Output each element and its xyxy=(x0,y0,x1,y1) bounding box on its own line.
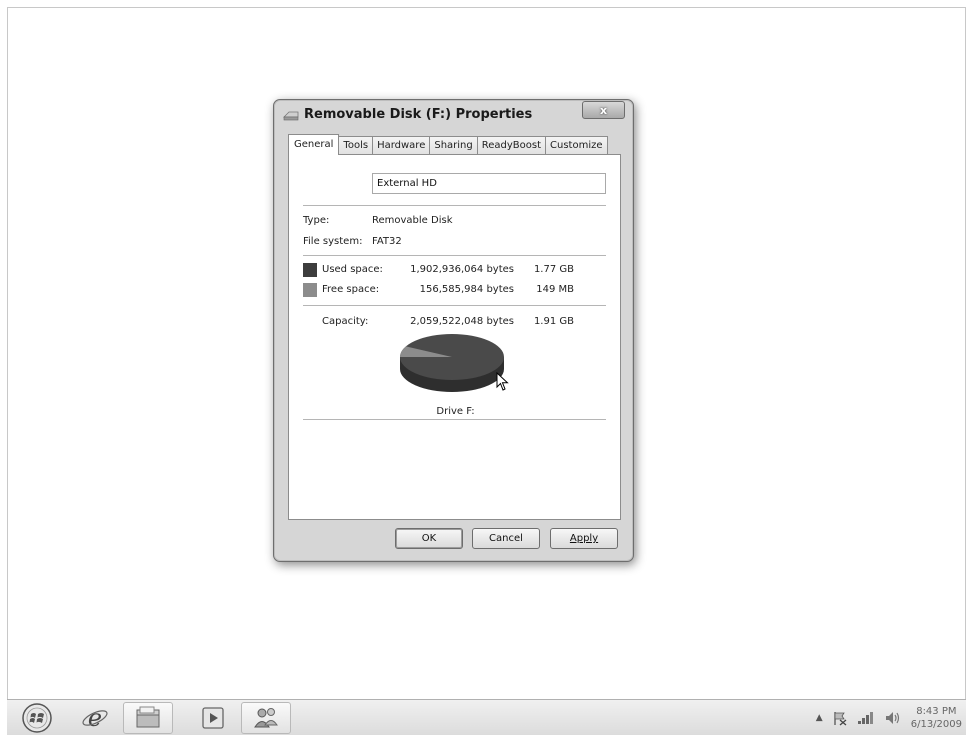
tab-general[interactable]: General xyxy=(288,134,340,155)
tab-readyboost[interactable]: ReadyBoost xyxy=(477,136,547,155)
internet-explorer-icon: e xyxy=(82,704,108,732)
tab-customize[interactable]: Customize xyxy=(546,136,608,155)
system-tray: ▲ 8:43 PM 6/13/2009 xyxy=(816,700,962,735)
divider xyxy=(303,255,606,256)
windows-orb-icon xyxy=(22,703,52,733)
removable-disk-icon xyxy=(283,111,299,121)
network-signal-icon[interactable] xyxy=(857,711,875,725)
mouse-cursor-icon xyxy=(496,372,509,391)
free-space-swatch xyxy=(303,283,317,297)
tab-hardware[interactable]: Hardware xyxy=(373,136,431,155)
dialog-title: Removable Disk (F:) Properties xyxy=(304,107,533,122)
type-label: Type: xyxy=(303,215,330,226)
tray-date: 6/13/2009 xyxy=(910,719,962,730)
close-button[interactable]: x xyxy=(582,101,625,119)
tab-tools[interactable]: Tools xyxy=(339,136,374,155)
free-space-label: Free space: xyxy=(322,284,380,295)
apply-button[interactable]: Apply xyxy=(550,528,618,549)
volume-icon[interactable] xyxy=(884,710,902,726)
people-button[interactable] xyxy=(241,702,291,734)
tab-strip: General Tools Hardware Sharing ReadyBoos… xyxy=(288,134,608,155)
used-space-swatch xyxy=(303,263,317,277)
svg-text:e: e xyxy=(88,704,102,732)
divider xyxy=(303,305,606,306)
used-space-size: 1.77 GB xyxy=(533,264,574,275)
drive-label: Drive F: xyxy=(436,406,475,417)
media-player-icon xyxy=(202,707,224,729)
folder-icon xyxy=(136,706,160,728)
capacity-bytes: 2,059,522,048 bytes xyxy=(410,316,514,327)
divider xyxy=(303,419,606,420)
action-center-flag-icon[interactable] xyxy=(832,710,848,726)
cancel-button[interactable]: Cancel xyxy=(472,528,540,549)
volume-name-input[interactable] xyxy=(372,173,606,194)
tab-sharing[interactable]: Sharing xyxy=(430,136,478,155)
people-icon xyxy=(254,708,278,728)
internet-explorer-button[interactable]: e xyxy=(75,702,115,734)
free-space-bytes: 156,585,984 bytes xyxy=(419,284,514,295)
apply-label: Apply xyxy=(569,533,599,544)
general-panel: Type: Removable Disk File system: FAT32 … xyxy=(288,154,621,520)
show-hidden-icons-icon[interactable]: ▲ xyxy=(816,713,823,723)
title-bar[interactable]: Removable Disk (F:) Properties x xyxy=(274,100,633,130)
divider xyxy=(303,205,606,206)
type-value: Removable Disk xyxy=(372,215,453,226)
tray-time: 8:43 PM xyxy=(916,706,957,717)
free-space-size: 149 MB xyxy=(536,284,574,295)
close-icon: x xyxy=(599,103,608,117)
properties-dialog: Removable Disk (F:) Properties x General… xyxy=(273,99,634,562)
media-player-button[interactable] xyxy=(193,702,233,734)
windows-explorer-button[interactable] xyxy=(123,702,173,734)
start-button[interactable] xyxy=(17,702,57,734)
ok-button[interactable]: OK xyxy=(395,528,463,549)
used-space-bytes: 1,902,936,064 bytes xyxy=(410,264,514,275)
tray-clock[interactable]: 8:43 PM 6/13/2009 xyxy=(911,705,962,731)
capacity-size: 1.91 GB xyxy=(533,316,574,327)
taskbar: e ▲ 8:43 PM 6/13/2009 xyxy=(7,699,966,735)
capacity-label: Capacity: xyxy=(322,316,369,327)
used-space-label: Used space: xyxy=(322,264,383,275)
filesystem-value: FAT32 xyxy=(372,236,402,247)
filesystem-label: File system: xyxy=(303,236,363,247)
